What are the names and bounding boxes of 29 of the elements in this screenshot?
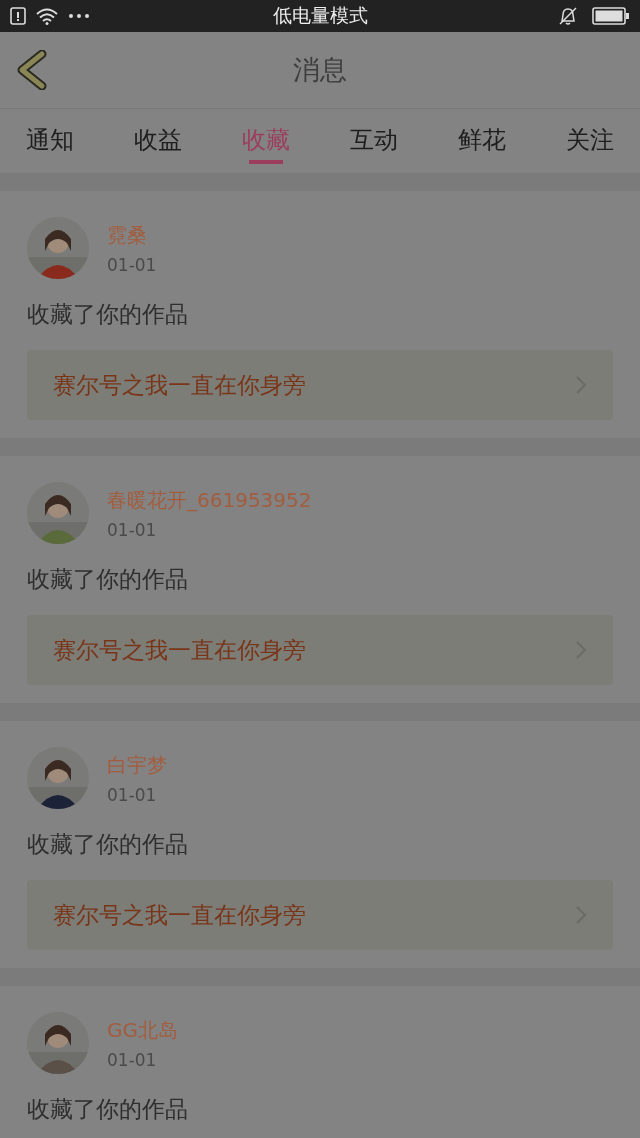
more-icon xyxy=(68,13,90,19)
tab[interactable]: 互动 xyxy=(350,109,398,173)
message-text: 收藏了你的作品 xyxy=(27,1095,189,1124)
tab[interactable]: 收藏 xyxy=(242,109,290,173)
message-date: 01-01 xyxy=(107,519,158,540)
user-name[interactable]: 白宇梦 xyxy=(107,751,167,779)
wifi-icon xyxy=(36,7,58,25)
message-text: 收藏了你的作品 xyxy=(27,565,189,594)
tab[interactable]: 关注 xyxy=(566,109,614,173)
tab-underline xyxy=(249,160,283,164)
work-link[interactable]: 赛尔号之我一直在你身旁 xyxy=(27,350,613,420)
sim-card-icon xyxy=(10,7,26,25)
user-name[interactable]: 霓桑 xyxy=(107,221,157,249)
message-date: 01-01 xyxy=(107,784,158,805)
bell-muted-icon xyxy=(558,6,578,26)
user-name[interactable]: 春暖花开_661953952 xyxy=(107,486,312,514)
tab[interactable]: 通知 xyxy=(26,109,74,173)
tab[interactable]: 鲜花 xyxy=(458,109,506,173)
message-text: 收藏了你的作品 xyxy=(27,830,189,859)
tab[interactable]: 收益 xyxy=(134,109,182,173)
page-title: 消息 xyxy=(293,53,347,87)
user-name[interactable]: GG北岛 xyxy=(107,1016,178,1044)
work-link[interactable]: 赛尔号之我一直在你身旁 xyxy=(27,615,613,685)
message-date: 01-01 xyxy=(107,1049,158,1070)
work-link[interactable]: 赛尔号之我一直在你身旁 xyxy=(27,880,613,950)
message-text: 收藏了你的作品 xyxy=(27,300,189,329)
status-title: 低电量模式 xyxy=(272,3,368,28)
message-date: 01-01 xyxy=(107,254,157,275)
battery-icon xyxy=(592,7,630,25)
